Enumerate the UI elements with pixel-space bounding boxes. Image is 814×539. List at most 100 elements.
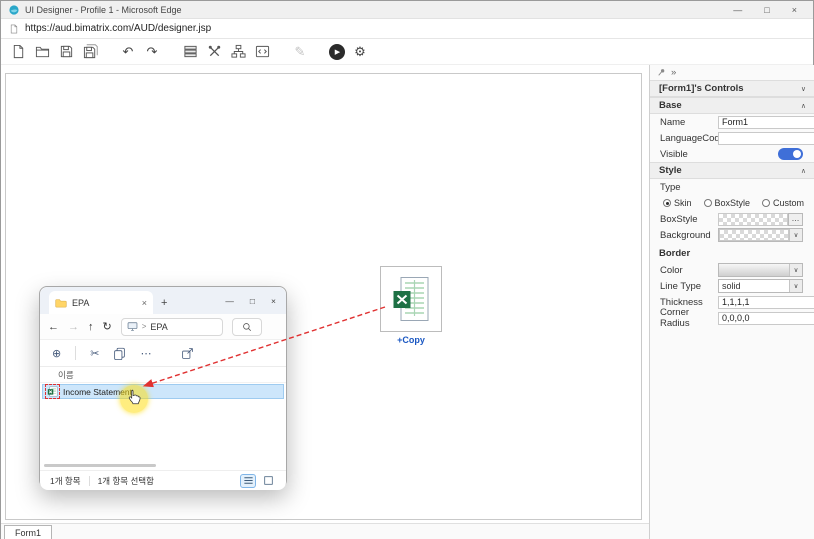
section-base[interactable]: Base ∧ — [650, 97, 814, 114]
background-label: Background — [660, 230, 718, 241]
thickness-label: Thickness — [660, 297, 718, 308]
controls-header[interactable]: [Form1]'s Controls ∨ — [650, 80, 814, 97]
excel-file-large-icon — [392, 276, 430, 322]
minimize-icon[interactable]: — — [733, 5, 742, 15]
designer-toolbar: ↶ ↷ ✎ ▶ ⚙ — [1, 39, 813, 65]
row-visible: Visible — [650, 146, 814, 162]
address-crumb[interactable]: EPA — [150, 322, 167, 332]
file-explorer-window: EPA × + — □ × ← → ↑ ↻ — [39, 286, 287, 488]
radio-custom-circle[interactable] — [762, 199, 770, 207]
border-color-select[interactable]: ∨ — [718, 263, 803, 277]
section-base-label: Base — [659, 100, 682, 111]
open-folder-icon[interactable] — [33, 43, 51, 61]
new-tab-icon[interactable]: + — [161, 297, 167, 309]
cut-icon[interactable]: ✂ — [90, 347, 99, 360]
copy-icon[interactable] — [113, 347, 126, 360]
folder-icon — [55, 297, 67, 309]
save-icon[interactable] — [57, 43, 75, 61]
name-input[interactable] — [718, 116, 814, 129]
forward-icon: → — [68, 321, 79, 333]
row-type-radios: Skin BoxStyle Custom — [650, 195, 814, 211]
url-bar[interactable]: https://aud.bimatrix.com/AUD/designer.js… — [1, 19, 813, 39]
form-tab-bar: Form1 — [1, 523, 649, 539]
row-line-type: Line Type solid ∨ — [650, 278, 814, 294]
icons-view-icon[interactable] — [260, 474, 276, 488]
sitemap-icon[interactable] — [229, 43, 247, 61]
radio-boxstyle[interactable]: BoxStyle — [704, 198, 751, 208]
chevron-up-icon: ∧ — [801, 167, 806, 175]
explorer-titlebar: EPA × + — □ × — [40, 287, 286, 314]
crumb-separator: > — [142, 322, 147, 331]
undo-icon[interactable]: ↶ — [119, 43, 137, 61]
radio-skin[interactable]: Skin — [663, 198, 692, 208]
settings-icon[interactable]: ⚙ — [351, 43, 369, 61]
line-type-select[interactable]: solid ∨ — [718, 279, 803, 293]
type-label: Type — [660, 182, 718, 193]
browser-window: UI Designer - Profile 1 - Microsoft Edge… — [0, 0, 814, 539]
explorer-close-icon[interactable]: × — [271, 296, 276, 306]
search-box[interactable] — [232, 318, 262, 336]
run-button[interactable]: ▶ — [329, 44, 345, 60]
section-style[interactable]: Style ∧ — [650, 162, 814, 179]
section-style-label: Style — [659, 165, 682, 176]
line-type-value: solid — [719, 281, 789, 291]
line-type-label: Line Type — [660, 281, 718, 292]
up-icon[interactable]: ↑ — [88, 321, 94, 333]
more-icon[interactable]: ⋯ — [140, 347, 151, 360]
file-list: Income Statement — [40, 384, 286, 470]
background-select[interactable]: ∨ — [718, 228, 803, 242]
radio-boxstyle-circle[interactable] — [704, 199, 712, 207]
languagecode-label: LanguageCode — [660, 133, 718, 144]
explorer-command-bar: ⊕ ✂ ⋯ — [40, 340, 286, 367]
corner-radius-input[interactable] — [718, 312, 814, 325]
app-icon — [9, 5, 19, 15]
maximize-icon[interactable]: □ — [764, 5, 769, 15]
horizontal-scrollbar[interactable] — [44, 464, 156, 467]
collapse-panel-icon[interactable]: » — [671, 67, 676, 78]
computer-icon — [127, 321, 138, 332]
column-header-label: 이름 — [58, 369, 74, 381]
design-canvas-area: +Copy EPA × + — □ × — [1, 65, 649, 539]
tools-icon[interactable] — [205, 43, 223, 61]
details-view-icon[interactable] — [240, 474, 256, 488]
thickness-input[interactable] — [718, 296, 814, 309]
excel-file-icon — [47, 386, 58, 397]
explorer-tab[interactable]: EPA × — [49, 291, 153, 314]
explorer-maximize-icon[interactable]: □ — [250, 296, 255, 306]
boxstyle-browse-button[interactable]: … — [788, 213, 803, 226]
explorer-minimize-icon[interactable]: — — [225, 296, 234, 306]
new-file-icon[interactable] — [9, 43, 27, 61]
address-bar[interactable]: > EPA — [121, 318, 223, 336]
boxstyle-label: BoxStyle — [660, 214, 718, 225]
radio-skin-circle[interactable] — [663, 199, 671, 207]
chevron-down-icon[interactable]: ∨ — [789, 229, 802, 241]
tab-close-icon[interactable]: × — [142, 298, 147, 308]
chevron-down-icon[interactable]: ∨ — [789, 264, 802, 276]
corner-radius-label: Corner Radius — [660, 307, 718, 329]
chevron-down-icon[interactable]: ∨ — [789, 280, 802, 292]
radio-custom[interactable]: Custom — [762, 198, 804, 208]
column-header-name[interactable]: 이름 — [40, 367, 286, 383]
boxstyle-swatch[interactable] — [718, 213, 788, 226]
save-all-icon[interactable] — [81, 43, 99, 61]
close-icon[interactable]: × — [792, 5, 797, 15]
visible-toggle[interactable] — [778, 148, 803, 160]
explorer-statusbar: 1개 항목 1개 항목 선택함 — [40, 470, 286, 490]
background-swatch — [719, 229, 789, 241]
new-item-icon[interactable]: ⊕ — [52, 347, 61, 360]
explorer-tab-title: EPA — [72, 298, 89, 308]
tab-form1[interactable]: Form1 — [4, 525, 52, 539]
code-icon[interactable] — [253, 43, 271, 61]
section-border-label: Border — [650, 245, 814, 262]
redo-icon[interactable]: ↷ — [143, 43, 161, 61]
chevron-down-icon: ∨ — [801, 85, 806, 93]
pin-icon[interactable] — [657, 68, 666, 77]
refresh-icon[interactable]: ↻ — [103, 320, 112, 333]
dataset-icon[interactable] — [181, 43, 199, 61]
back-icon[interactable]: ← — [48, 321, 59, 333]
selected-count-label: 1개 항목 선택함 — [98, 475, 154, 487]
explorer-navbar: ← → ↑ ↻ > EPA — [40, 314, 286, 340]
share-icon[interactable] — [181, 347, 194, 360]
languagecode-input[interactable] — [718, 132, 814, 145]
file-row[interactable]: Income Statement — [42, 384, 284, 399]
